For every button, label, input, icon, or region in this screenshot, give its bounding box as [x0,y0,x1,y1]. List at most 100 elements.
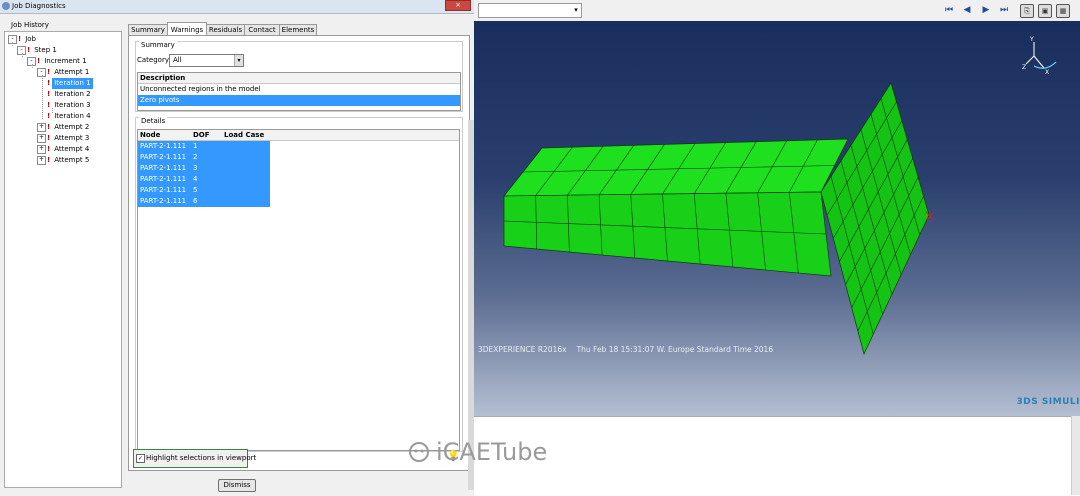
warning-row-label: Zero pivots [140,96,180,104]
summary-group: Summary Category: All ▾ Description Unco… [135,41,463,112]
tree-item-label: Attempt 5 [54,156,90,164]
details-header-row: Node DOF Load Case [138,130,459,141]
job-history-group: -! Job -! Step 1-! Increment 1-! Attempt 1! It… [3,20,122,488]
tree-connector [52,108,53,113]
tree-item[interactable]: ! Iteration 3 [47,100,93,111]
svg-text:X: X [1045,69,1049,76]
next-frame-icon[interactable]: ▶ [979,4,993,16]
dialog-title: Job Diagnostics [12,2,66,10]
watermark-logo-icon [409,442,429,462]
checkbox-check-icon[interactable]: ✓ [136,454,145,463]
dof-cell: 4 [193,175,198,183]
warning-icon: ! [47,112,51,120]
warnings-table: Description Unconnected regions in the m… [137,72,461,111]
tree-connector [22,53,23,57]
viewport-info-stamp: 3DEXPERIENCE R2016x Thu Feb 18 15:31:07 W… [478,345,773,354]
details-row[interactable]: PART-2-1.111 5 [138,185,270,196]
node-column-header[interactable]: Node [140,130,160,140]
tree-item[interactable]: -! Increment 1 [27,56,89,67]
tree-item[interactable]: +! Attempt 2 [37,122,91,133]
view-triad: Y X Z [1022,36,1057,76]
details-row[interactable]: PART-2-1.111 1 [138,141,270,152]
tree-item[interactable]: -! Attempt 1 [37,67,91,78]
app-icon [2,2,10,10]
first-frame-icon[interactable]: ⏮ [942,4,956,16]
expand-icon[interactable]: + [37,155,46,165]
print-icon[interactable]: ▣ [1038,4,1052,18]
beam-front-face [503,191,832,277]
warning-icon: ! [27,46,31,54]
tree-item-label: Attempt 3 [54,134,90,142]
warning-icon: ! [47,134,51,142]
node-cell: PART-2-1.111 [140,186,187,194]
warning-icon: ! [18,35,22,43]
expand-icon[interactable]: + [37,144,46,154]
job-diagnostics-dialog: Job Diagnostics × -! Job -! Step 1-! Increme… [0,0,475,495]
dismiss-button[interactable]: Dismiss [218,479,256,492]
dof-cell: 1 [193,142,198,150]
description-column-header: Description [138,73,460,84]
fe-model[interactable]: Y X Z [474,21,1080,416]
job-history-tree[interactable]: -! Job -! Step 1-! Increment 1-! Attempt 1! It… [4,31,122,488]
message-area-scrollbar[interactable] [1071,416,1080,495]
tree-connector [42,75,43,119]
tree-item[interactable]: +! Attempt 4 [37,144,91,155]
main-toolbar: ▾ ⏮ ◀ ▶ ⏭ ⎘ ▣ ▦ [474,0,1080,22]
tree-item[interactable]: ! Iteration 4 [47,111,93,122]
details-row[interactable]: PART-2-1.111 4 [138,174,270,185]
category-label: Category: [137,56,171,64]
tree-item-label: Iteration 2 [54,90,91,98]
load-case-column-header[interactable]: Load Case [224,130,264,140]
previous-frame-icon[interactable]: ◀ [960,4,974,16]
details-row[interactable]: PART-2-1.111 3 [138,163,270,174]
toolbar-combo[interactable]: ▾ [478,3,582,18]
tree-connector [12,42,13,46]
tree-connector [32,64,33,68]
chevron-down-icon[interactable]: ▾ [234,55,243,66]
expand-icon[interactable]: + [37,133,46,143]
details-table[interactable]: Node DOF Load Case PART-2-1.111 1 PART-2-1… [137,129,460,451]
warning-row-selected[interactable]: Zero pivots [138,95,460,106]
warning-icon: ! [47,156,51,164]
tree-item[interactable]: -! Step 1 [17,45,59,56]
warning-icon: ! [47,79,51,87]
product-version: 3DEXPERIENCE R2016x [478,345,567,354]
job-history-label: Job History [9,21,51,29]
chevron-down-icon[interactable]: ▾ [571,4,581,17]
close-button[interactable]: × [445,0,471,11]
timestamp: Thu Feb 18 15:31:07 W. Europe Standard T… [576,345,774,354]
dof-cell: 5 [193,186,198,194]
node-cell: PART-2-1.111 [140,197,187,205]
details-group: Details Node DOF Load Case PART-2-1.111 1… [135,117,463,452]
tree-item[interactable]: ! Iteration 1 [47,78,93,89]
tree-item-label: Attempt 2 [54,123,90,131]
highlight-selections-checkbox[interactable]: ✓ Highlight selections in viewport [133,449,256,468]
category-value: All [173,56,182,64]
svg-text:Y: Y [1029,36,1034,43]
dialog-titlebar[interactable]: Job Diagnostics × [0,0,474,14]
tree-item[interactable]: +! Attempt 5 [37,155,91,166]
category-select[interactable]: All ▾ [169,54,244,67]
tree-item[interactable]: ! Iteration 2 [47,89,93,100]
dof-column-header[interactable]: DOF [193,130,210,140]
image-icon[interactable]: ▦ [1056,4,1070,18]
tree-item-label: Iteration 4 [54,112,91,120]
warnings-tab-panel: Summary Category: All ▾ Description Unco… [128,35,470,471]
warning-row[interactable]: Unconnected regions in the model [138,84,460,95]
node-cell: PART-2-1.111 [140,175,187,183]
last-frame-icon[interactable]: ⏭ [997,4,1011,16]
tree-item-label: Iteration 3 [54,101,91,109]
camera-icon[interactable]: ⎘ [1020,4,1034,18]
tree-item[interactable]: +! Attempt 3 [37,133,91,144]
tree-item-label: Attempt 1 [54,68,90,76]
tree-item-label: Iteration 1 [52,78,93,89]
expand-icon[interactable]: + [37,122,46,132]
details-row[interactable]: PART-2-1.111 2 [138,152,270,163]
summary-label: Summary [139,41,177,49]
viewport[interactable]: Y X Z 3DEXPERIENCE R2016x Thu Feb 18 15:3… [474,21,1080,416]
details-row[interactable]: PART-2-1.111 6 [138,196,270,207]
highlight-selections-label: Highlight selections in viewport [146,454,257,462]
watermark-text: iCAETube [436,438,548,466]
node-cell: PART-2-1.111 [140,164,187,172]
beam-top-face [503,138,849,197]
